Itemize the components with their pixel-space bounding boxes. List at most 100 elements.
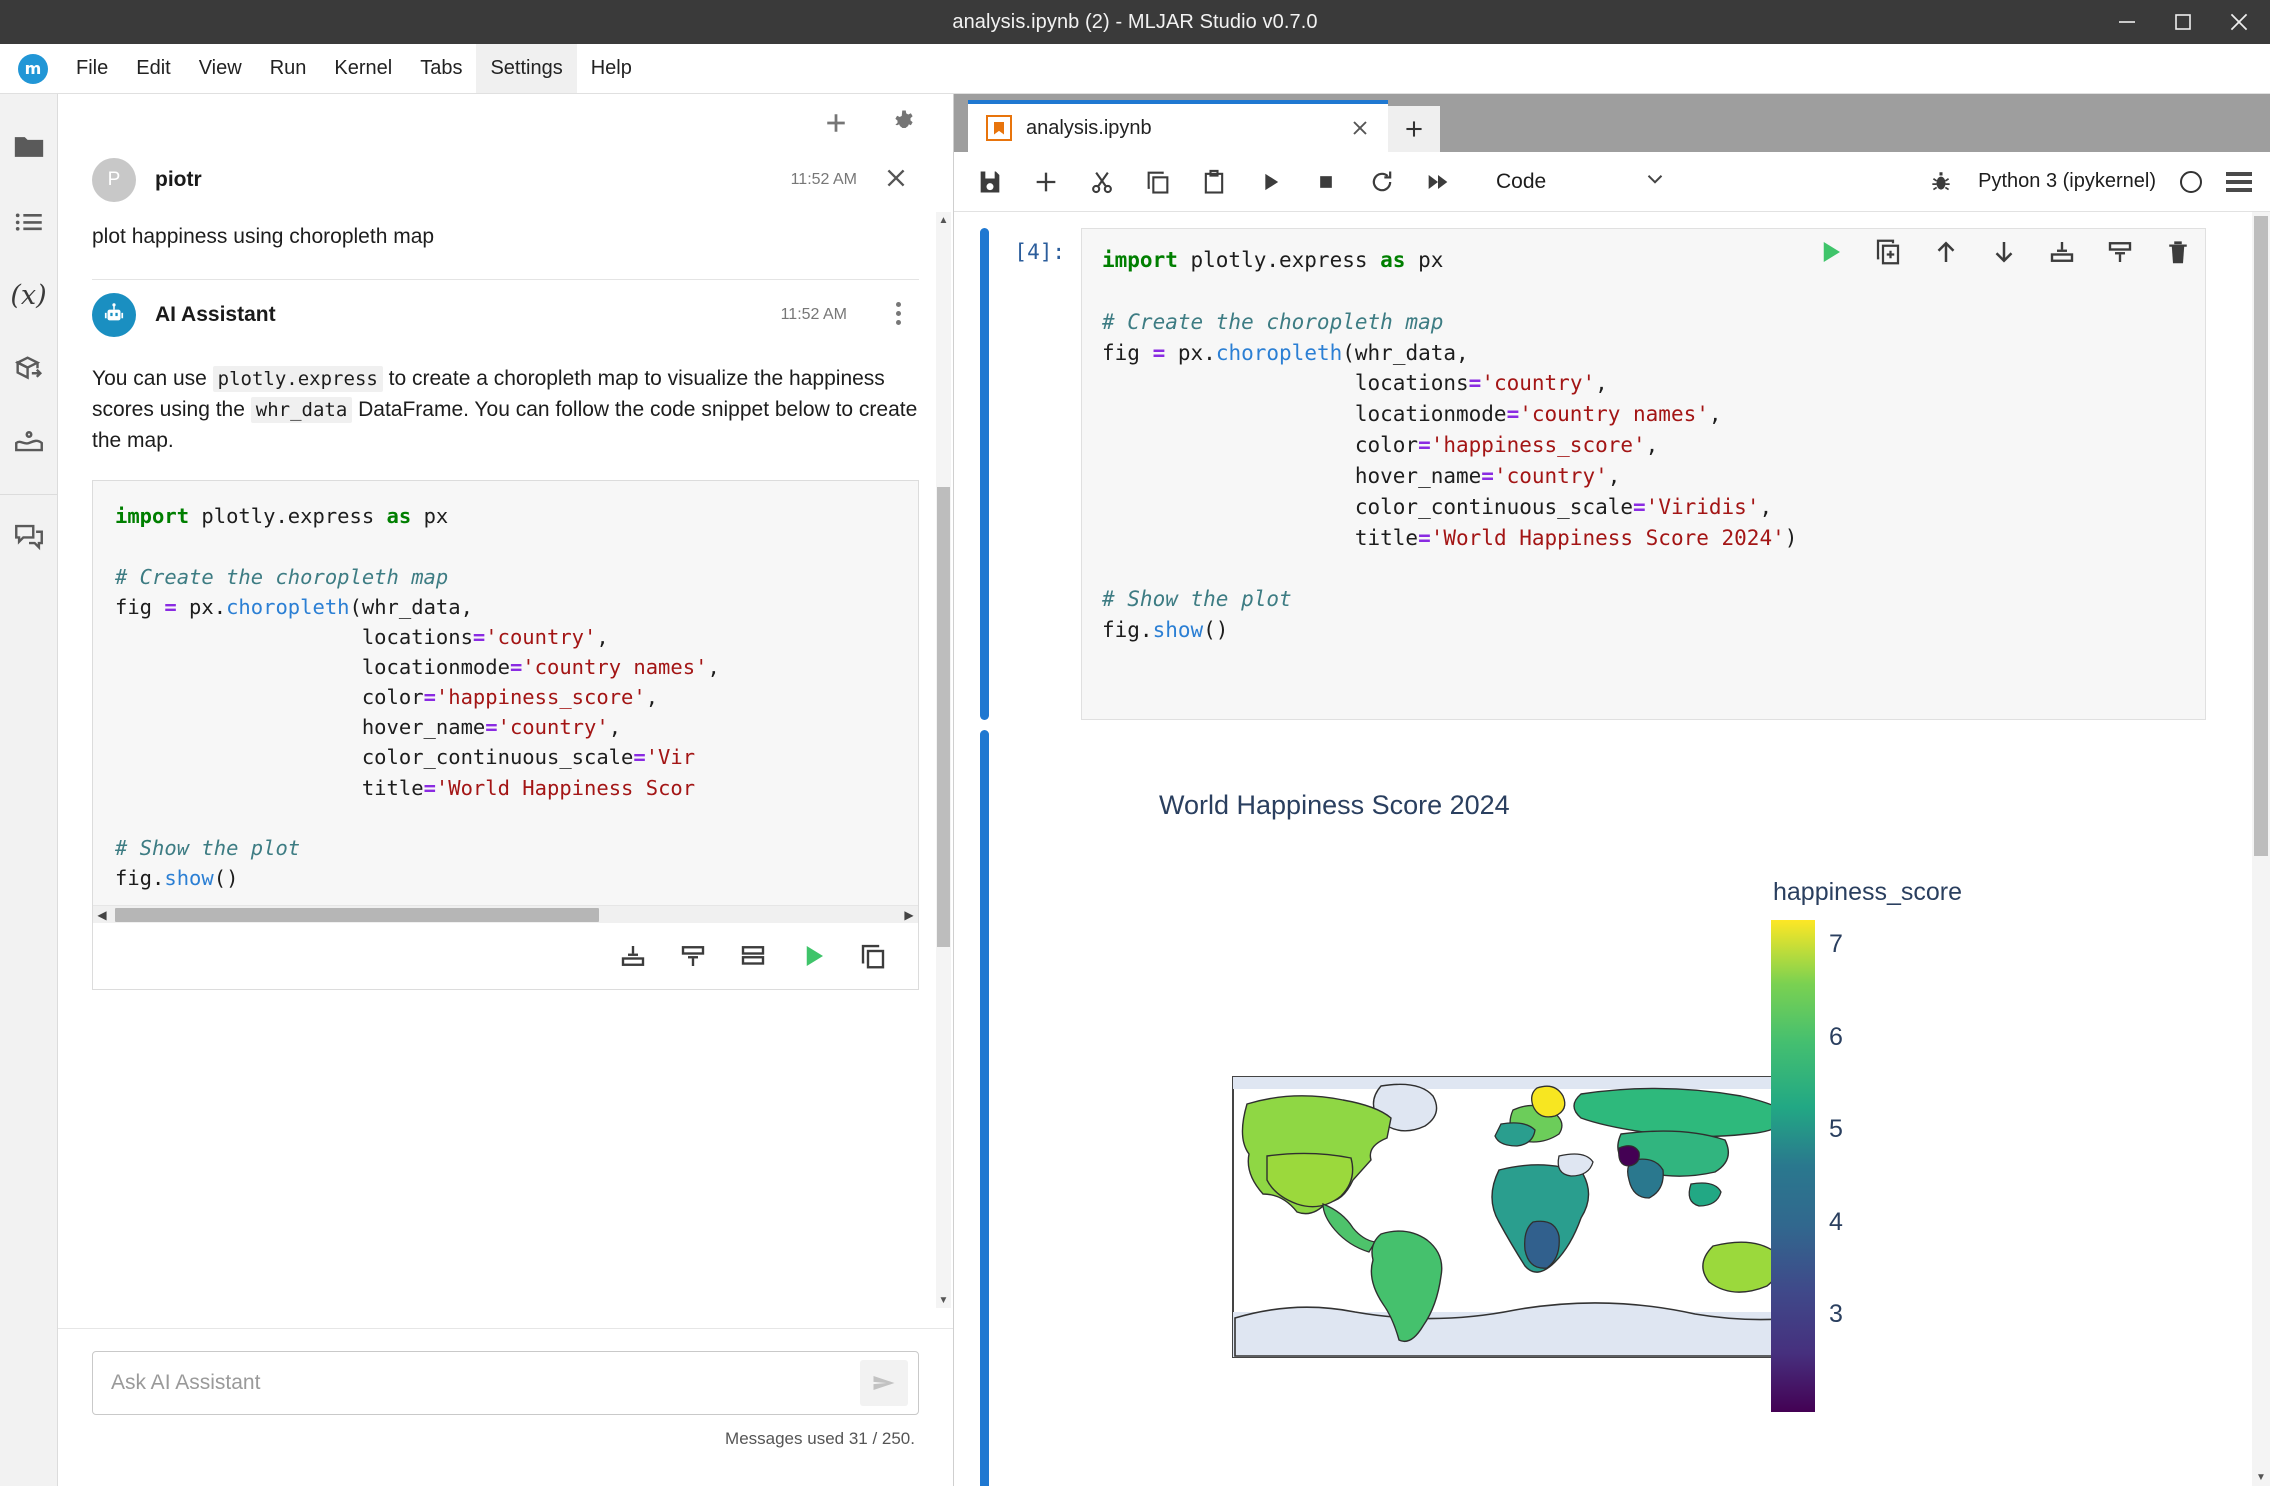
replace-cell-icon[interactable]: [738, 941, 768, 971]
inline-code: whr_data: [250, 396, 353, 423]
cell-content: [4]: import plotly.express as px # Creat…: [989, 228, 2252, 720]
minimize-icon[interactable]: [2114, 9, 2140, 35]
insert-above-icon[interactable]: [2047, 237, 2077, 267]
colorbar-tick: 4: [1829, 1208, 1843, 1236]
robot-icon: [92, 292, 136, 337]
duplicate-icon[interactable]: [1873, 237, 1903, 267]
run-icon[interactable]: [798, 941, 828, 971]
colorbar-tick: 6: [1829, 1023, 1843, 1051]
menu-view[interactable]: View: [185, 44, 256, 93]
notebook-icon: [986, 115, 1012, 141]
save-icon[interactable]: [976, 168, 1004, 196]
mljar-logo-icon[interactable]: m: [18, 53, 48, 84]
chat-messages-scroll[interactable]: P piotr 11:52 AM plot happiness using ch…: [58, 152, 953, 1328]
avatar: P: [92, 158, 136, 202]
chat-code-actions: [93, 923, 918, 990]
menu-edit[interactable]: Edit: [122, 44, 184, 93]
folder-icon[interactable]: [6, 110, 52, 184]
message-menu-icon[interactable]: [896, 301, 901, 325]
gear-icon[interactable]: [889, 108, 919, 138]
colorbar-tick: 3: [1829, 1300, 1843, 1328]
tab-analysis-ipynb[interactable]: analysis.ipynb: [968, 100, 1388, 152]
copy-icon[interactable]: [858, 941, 888, 971]
insert-above-icon[interactable]: [618, 941, 648, 971]
scroll-up-icon[interactable]: ▲: [936, 212, 951, 228]
code-horizontal-scrollbar[interactable]: ◀ ▶: [93, 905, 918, 924]
kernel-name[interactable]: Python 3 (ipykernel): [1978, 170, 2156, 193]
run-icon[interactable]: [1815, 237, 1845, 267]
scroll-right-icon[interactable]: ▶: [900, 908, 918, 922]
chevron-down-icon[interactable]: [1642, 166, 1668, 198]
menu-tabs[interactable]: Tabs: [406, 44, 476, 93]
package-icon[interactable]: [6, 332, 52, 406]
send-icon[interactable]: [860, 1360, 908, 1406]
cell-code-text[interactable]: import plotly.express as px # Create the…: [1082, 229, 2205, 664]
hamburger-line: [2226, 187, 2252, 192]
insert-below-icon[interactable]: [678, 941, 708, 971]
cell-input-area[interactable]: import plotly.express as px # Create the…: [1081, 228, 2206, 720]
fast-forward-icon[interactable]: [1424, 168, 1452, 196]
plus-icon[interactable]: [1388, 106, 1440, 152]
message-timestamp: 11:52 AM: [790, 171, 857, 188]
cell-toolbar: [1815, 237, 2193, 267]
message-text-part: You can use: [92, 366, 213, 390]
hamburger-icon[interactable]: [2226, 171, 2252, 192]
world-map: [1232, 1076, 1814, 1358]
variables-icon[interactable]: (x): [6, 258, 52, 332]
plus-icon[interactable]: [1032, 168, 1060, 196]
maximize-icon[interactable]: [2170, 9, 2196, 35]
chat-code-block: import plotly.express as px # Create the…: [92, 480, 919, 991]
arrow-up-icon[interactable]: [1931, 237, 1961, 267]
menu-kernel[interactable]: Kernel: [320, 44, 406, 93]
scrollbar-track[interactable]: [115, 907, 896, 922]
chat-icon[interactable]: [6, 499, 52, 573]
paste-icon[interactable]: [1200, 168, 1228, 196]
bug-icon[interactable]: [1928, 169, 1954, 195]
notebook-tab-bar: analysis.ipynb: [954, 94, 2270, 152]
scrollbar-thumb[interactable]: [2254, 216, 2268, 856]
list-icon[interactable]: [6, 184, 52, 258]
main-body: (x) P piotr 11:52 AM plot happiness usin…: [0, 94, 2270, 1486]
stop-icon[interactable]: [1312, 168, 1340, 196]
plot-title: World Happiness Score 2024: [1159, 790, 1510, 820]
scroll-left-icon[interactable]: ◀: [93, 908, 111, 922]
message-text: plot happiness using choropleth map: [92, 225, 435, 248]
window-controls: [2114, 0, 2252, 44]
notebook-toolbar: Code Python 3 (ipykernel): [954, 152, 2270, 212]
kernel-status-area: Python 3 (ipykernel): [1928, 169, 2252, 195]
inline-code: plotly.express: [212, 365, 383, 392]
close-icon[interactable]: [883, 165, 909, 196]
cut-icon[interactable]: [1088, 168, 1116, 196]
close-icon[interactable]: [2226, 9, 2252, 35]
copy-icon[interactable]: [1144, 168, 1172, 196]
menu-run[interactable]: Run: [256, 44, 321, 93]
run-icon[interactable]: [1256, 168, 1284, 196]
arrow-down-icon[interactable]: [1989, 237, 2019, 267]
scrollbar-thumb[interactable]: [115, 907, 600, 922]
trash-icon[interactable]: [2163, 237, 2193, 267]
message-author: AI Assistant: [155, 302, 276, 326]
scroll-down-icon[interactable]: ▼: [936, 1292, 951, 1308]
cell-type-dropdown[interactable]: Code: [1496, 166, 1668, 198]
notebook-cell[interactable]: [4]: import plotly.express as px # Creat…: [954, 212, 2252, 720]
title-bar: analysis.ipynb (2) - MLJAR Studio v0.7.0: [0, 0, 2270, 44]
close-icon[interactable]: [1348, 116, 1372, 140]
plus-icon[interactable]: [821, 108, 851, 138]
menu-help[interactable]: Help: [577, 44, 646, 93]
ask-ai-box[interactable]: [92, 1351, 919, 1415]
restart-icon[interactable]: [1368, 168, 1396, 196]
menu-file[interactable]: File: [62, 44, 122, 93]
notebook-scrollbar[interactable]: ▲ ▼: [2252, 212, 2270, 1486]
choropleth-plot[interactable]: World Happiness Score 2024 happiness_sco…: [1081, 752, 2252, 1412]
notebook-output-cell: World Happiness Score 2024 happiness_sco…: [954, 720, 2252, 1486]
chat-code-text[interactable]: import plotly.express as px # Create the…: [93, 481, 918, 905]
kernel-icon[interactable]: [6, 406, 52, 480]
message-header: P piotr 11:52 AM: [92, 152, 919, 208]
chat-scrollbar[interactable]: ▲ ▼: [936, 212, 951, 1308]
menu-settings[interactable]: Settings: [476, 44, 577, 93]
scroll-down-icon[interactable]: ▼: [2252, 1468, 2270, 1486]
search-input[interactable]: [111, 1371, 860, 1395]
insert-below-icon[interactable]: [2105, 237, 2135, 267]
notebook-body: [4]: import plotly.express as px # Creat…: [954, 212, 2270, 1486]
scrollbar-thumb[interactable]: [937, 487, 950, 947]
